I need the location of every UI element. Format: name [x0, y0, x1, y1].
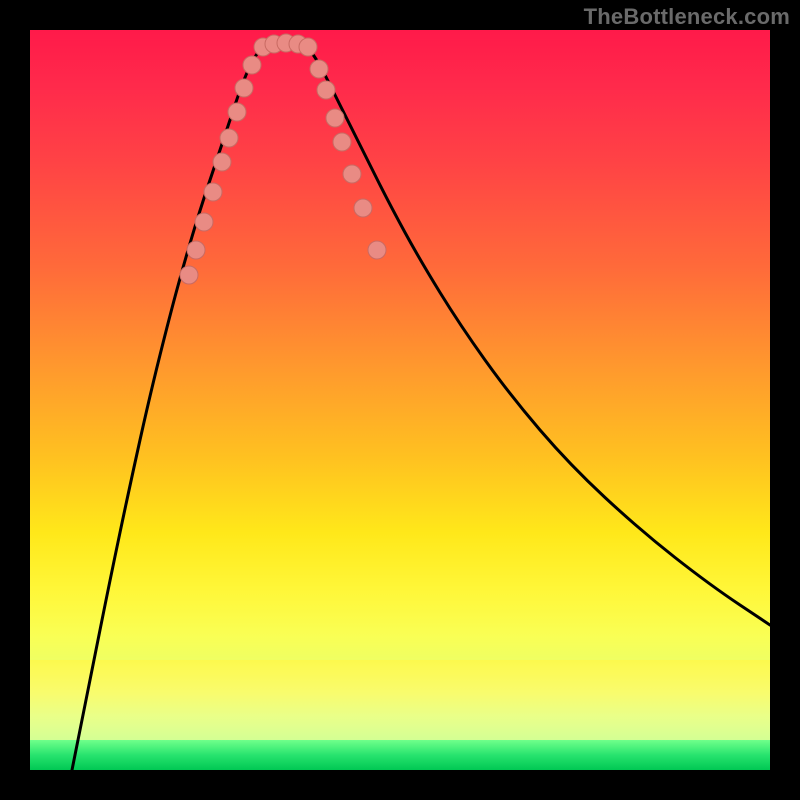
- markers-left: [180, 56, 261, 284]
- marker-point: [343, 165, 361, 183]
- marker-point: [235, 79, 253, 97]
- curve-right-branch: [310, 50, 770, 625]
- curve-left-branch: [72, 50, 260, 770]
- marker-point: [228, 103, 246, 121]
- marker-point: [243, 56, 261, 74]
- marker-point: [368, 241, 386, 259]
- marker-point: [213, 153, 231, 171]
- marker-point: [333, 133, 351, 151]
- markers-right: [310, 60, 386, 259]
- marker-point: [326, 109, 344, 127]
- marker-point: [220, 129, 238, 147]
- marker-point: [354, 199, 372, 217]
- marker-point: [204, 183, 222, 201]
- plot-area: [30, 30, 770, 770]
- marker-point: [195, 213, 213, 231]
- chart-svg: [30, 30, 770, 770]
- marker-point: [187, 241, 205, 259]
- marker-point: [317, 81, 335, 99]
- marker-point: [180, 266, 198, 284]
- marker-point: [299, 38, 317, 56]
- markers-floor: [254, 34, 317, 56]
- marker-point: [310, 60, 328, 78]
- watermark-text: TheBottleneck.com: [584, 4, 790, 30]
